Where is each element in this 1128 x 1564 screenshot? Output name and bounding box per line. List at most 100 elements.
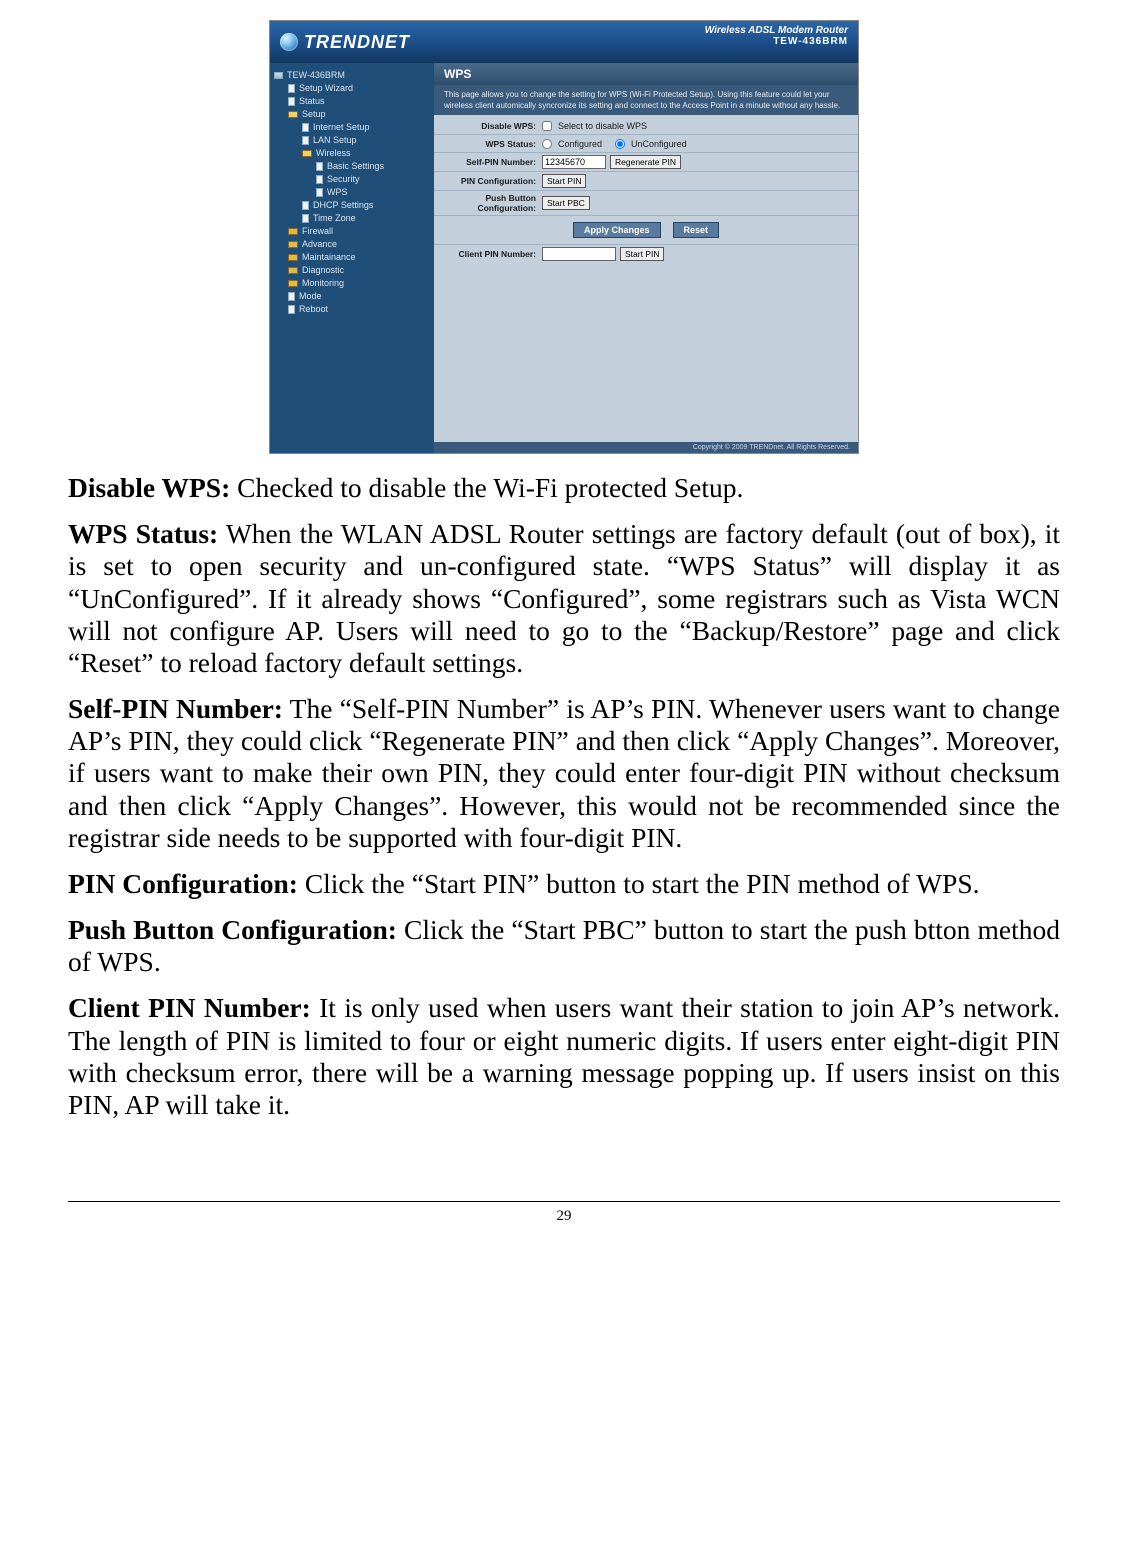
navigation-tree: TEW-436BRM Setup Wizard Status Setup Interne…	[270, 63, 434, 453]
product-title: Wireless ADSL Modem Router TEW-436BRM	[705, 25, 848, 47]
folder-icon	[288, 280, 298, 287]
tree-item-internet-setup[interactable]: Internet Setup	[274, 121, 430, 134]
reset-button[interactable]: Reset	[673, 222, 720, 238]
regenerate-pin-button[interactable]: Regenerate PIN	[610, 155, 681, 169]
label-pin-configuration: PIN Configuration:	[434, 176, 542, 186]
tree-item-lan-setup[interactable]: LAN Setup	[274, 134, 430, 147]
tree-item-label: Setup Wizard	[299, 83, 353, 94]
para-wps-status: WPS Status: When the WLAN ADSL Router se…	[68, 518, 1060, 679]
product-line2: TEW-436BRM	[705, 36, 848, 47]
logo-orb-icon	[280, 33, 298, 51]
tree-item-dhcp-settings[interactable]: DHCP Settings	[274, 199, 430, 212]
tree-item-label: Advance	[302, 239, 337, 250]
page-icon	[288, 84, 295, 93]
tree-item-mode[interactable]: Mode	[274, 290, 430, 303]
tree-item-label: Internet Setup	[313, 122, 370, 133]
tree-item-advance[interactable]: Advance	[274, 238, 430, 251]
main-panel: WPS This page allows you to change the s…	[434, 63, 858, 453]
folder-icon	[288, 267, 298, 274]
tree-item-label: Wireless	[316, 148, 351, 159]
client-start-pin-button[interactable]: Start PIN	[620, 247, 664, 261]
tree-item-setup[interactable]: Setup	[274, 108, 430, 121]
row-client-pin: Client PIN Number: Start PIN	[434, 245, 858, 263]
input-self-pin[interactable]	[542, 155, 606, 169]
tree-item-firewall[interactable]: Firewall	[274, 225, 430, 238]
radio-configured-label: Configured	[558, 139, 602, 149]
page-icon	[302, 214, 309, 223]
row-pin-configuration: PIN Configuration: Start PIN	[434, 172, 858, 191]
router-admin-screenshot: TRENDNET Wireless ADSL Modem Router TEW-…	[269, 20, 859, 454]
page-icon	[302, 123, 309, 132]
folder-icon	[288, 241, 298, 248]
page-icon	[316, 162, 323, 171]
row-self-pin: Self-PIN Number: Regenerate PIN	[434, 153, 858, 172]
document-body: Disable WPS: Checked to disable the Wi-F…	[68, 472, 1060, 1121]
page-icon	[316, 175, 323, 184]
tree-item-security[interactable]: Security	[274, 173, 430, 186]
tree-item-wireless[interactable]: Wireless	[274, 147, 430, 160]
input-client-pin[interactable]	[542, 247, 616, 261]
brand-logo-text: TRENDNET	[304, 32, 410, 53]
tree-item-label: Setup	[302, 109, 326, 120]
tree-item-label: LAN Setup	[313, 135, 357, 146]
apply-changes-button[interactable]: Apply Changes	[573, 222, 661, 238]
tree-item-label: Time Zone	[313, 213, 356, 224]
folder-icon	[288, 228, 298, 235]
tree-item-label: WPS	[327, 187, 348, 198]
start-pbc-button[interactable]: Start PBC	[542, 196, 590, 210]
tree-item-label: Mode	[299, 291, 322, 302]
row-disable-wps: Disable WPS: Select to disable WPS	[434, 117, 858, 135]
tree-item-label: Firewall	[302, 226, 333, 237]
tree-item-label: Monitoring	[302, 278, 344, 289]
tree-item-label: Status	[299, 96, 325, 107]
page-icon	[302, 201, 309, 210]
product-line1: Wireless ADSL Modem Router	[705, 25, 848, 36]
tree-item-basic-settings[interactable]: Basic Settings	[274, 160, 430, 173]
page-number: 29	[68, 1208, 1060, 1225]
tree-item-tew-436brm[interactable]: TEW-436BRM	[274, 69, 430, 82]
para-client-pin: Client PIN Number: It is only used when …	[68, 992, 1060, 1121]
checkbox-disable-wps[interactable]	[542, 121, 552, 131]
page-icon	[302, 136, 309, 145]
radio-unconfigured[interactable]	[615, 139, 625, 149]
page-icon	[316, 188, 323, 197]
tree-item-label: Security	[327, 174, 360, 185]
tree-item-time-zone[interactable]: Time Zone	[274, 212, 430, 225]
tree-item-label: TEW-436BRM	[287, 70, 345, 81]
pc-icon	[274, 72, 283, 79]
tree-item-wps[interactable]: WPS	[274, 186, 430, 199]
row-push-button: Push Button Configuration: Start PBC	[434, 191, 858, 216]
page-icon	[288, 97, 295, 106]
tree-item-reboot[interactable]: Reboot	[274, 303, 430, 316]
label-self-pin: Self-PIN Number:	[434, 157, 542, 167]
tree-item-maintainance[interactable]: Maintainance	[274, 251, 430, 264]
footer-rule	[68, 1201, 1060, 1202]
tree-item-label: Reboot	[299, 304, 328, 315]
folder-open-icon	[302, 150, 312, 157]
tree-item-diagnostic[interactable]: Diagnostic	[274, 264, 430, 277]
radio-configured[interactable]	[542, 139, 552, 149]
tree-item-label: Maintainance	[302, 252, 356, 263]
folder-open-icon	[288, 111, 298, 118]
action-row: Apply Changes Reset	[434, 216, 858, 245]
tree-item-setup-wizard[interactable]: Setup Wizard	[274, 82, 430, 95]
tree-item-label: Basic Settings	[327, 161, 384, 172]
section-description: This page allows you to change the setti…	[434, 85, 858, 115]
tree-item-monitoring[interactable]: Monitoring	[274, 277, 430, 290]
para-self-pin: Self-PIN Number: The “Self-PIN Number” i…	[68, 693, 1060, 854]
label-push-button: Push Button Configuration:	[434, 193, 542, 213]
label-wps-status: WPS Status:	[434, 139, 542, 149]
page-icon	[288, 305, 295, 314]
row-wps-status: WPS Status: Configured UnConfigured	[434, 135, 858, 153]
label-client-pin: Client PIN Number:	[434, 249, 542, 259]
tree-item-status[interactable]: Status	[274, 95, 430, 108]
text-disable-wps: Select to disable WPS	[558, 121, 647, 131]
para-push-button: Push Button Configuration: Click the “St…	[68, 914, 1060, 978]
para-disable-wps: Disable WPS: Checked to disable the Wi-F…	[68, 472, 1060, 504]
folder-icon	[288, 254, 298, 261]
para-pin-configuration: PIN Configuration: Click the “Start PIN”…	[68, 868, 1060, 900]
copyright-footer: Copyright © 2009 TRENDnet. All Rights Re…	[434, 442, 858, 453]
start-pin-button[interactable]: Start PIN	[542, 174, 586, 188]
tree-item-label: DHCP Settings	[313, 200, 373, 211]
tree-item-label: Diagnostic	[302, 265, 344, 276]
